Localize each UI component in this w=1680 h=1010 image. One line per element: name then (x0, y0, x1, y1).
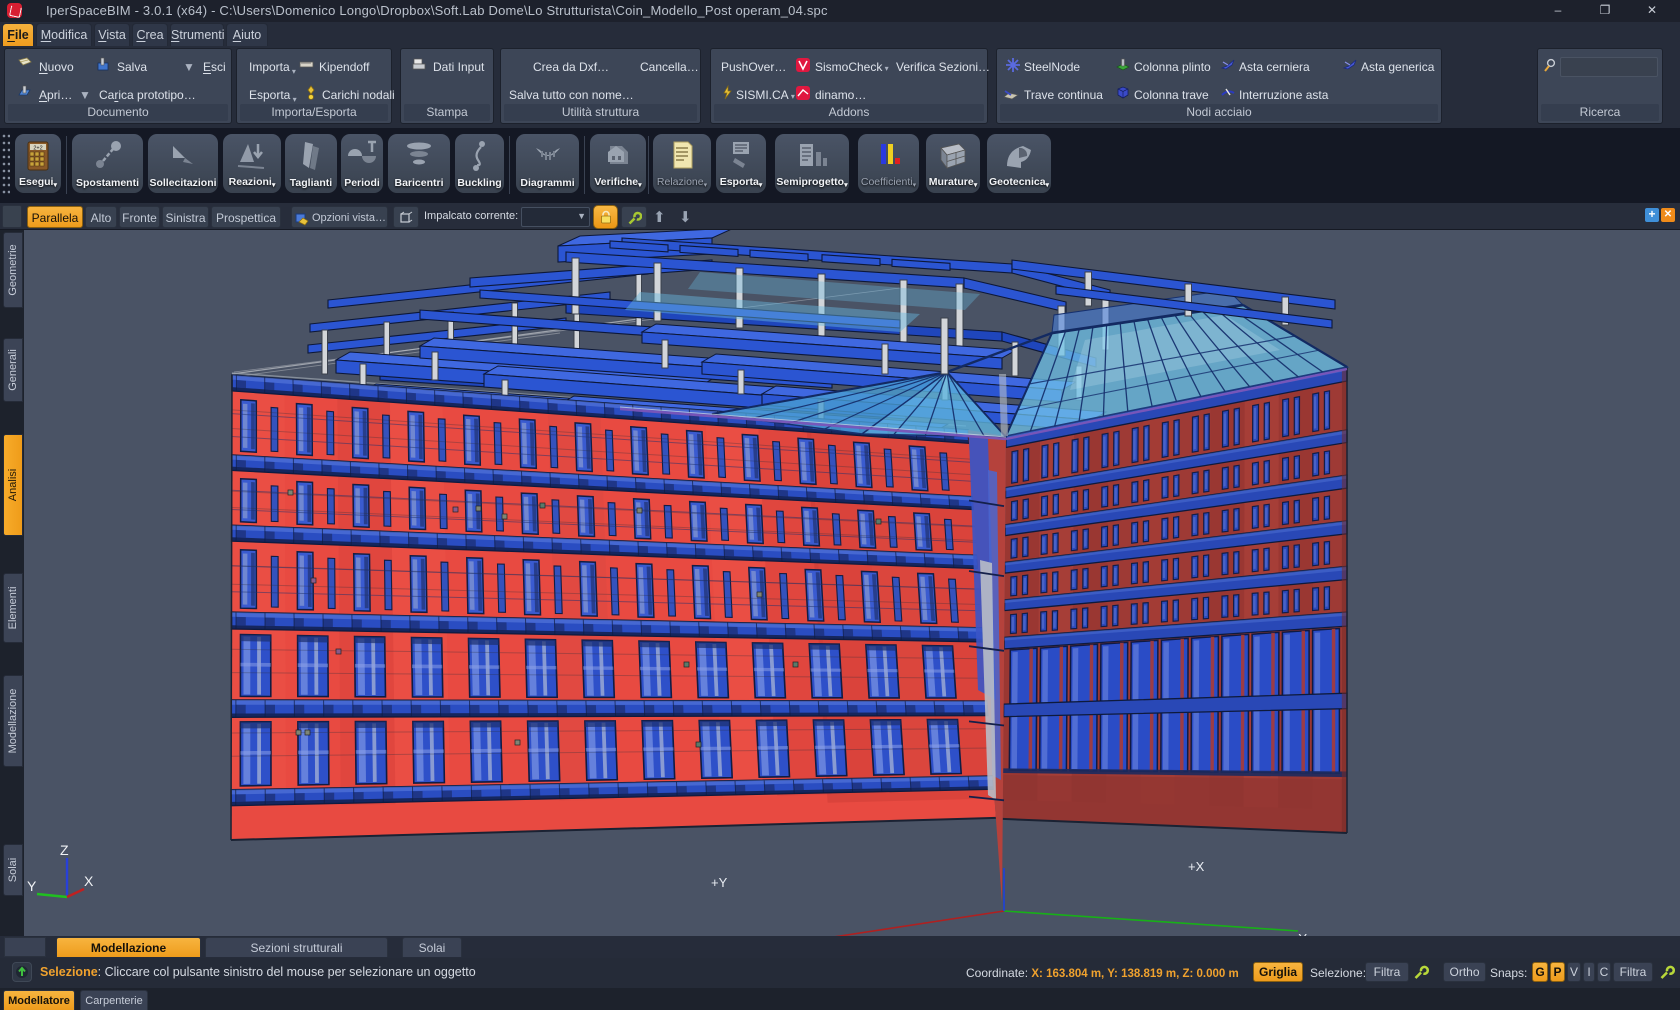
svg-text:+Y: +Y (711, 875, 728, 890)
svg-text:+X: +X (1188, 859, 1205, 874)
svg-text:Z: Z (60, 842, 69, 858)
svg-text:2+2: 2+2 (33, 146, 42, 152)
svg-text:X: X (84, 873, 94, 889)
svg-text:Y: Y (27, 878, 37, 894)
